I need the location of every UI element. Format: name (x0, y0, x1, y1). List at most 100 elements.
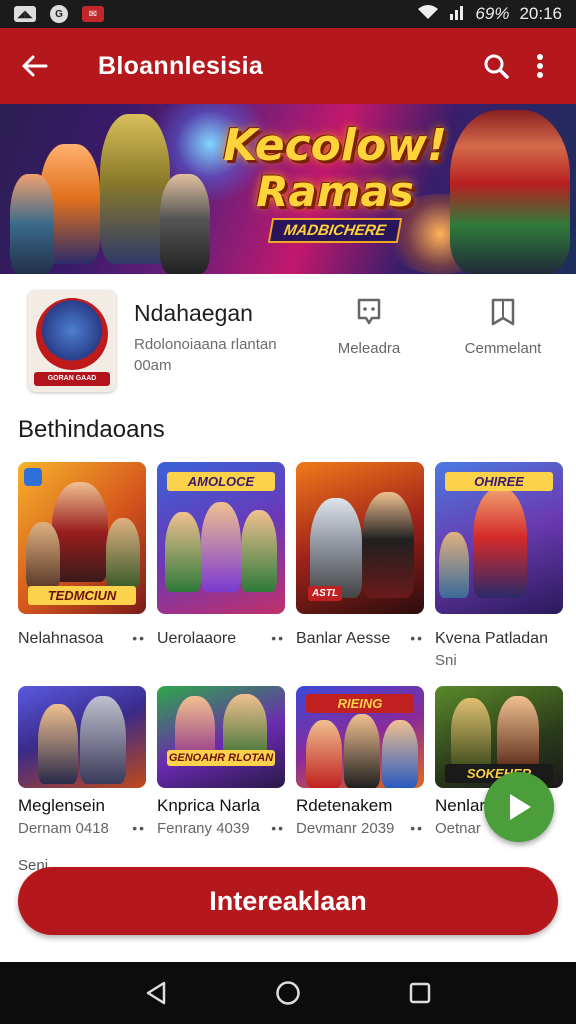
game-thumbnail: GENOAHR RLOTAN (157, 686, 285, 788)
section-title: Bethindaoans (18, 416, 165, 443)
more-dots-icon[interactable]: •• (271, 630, 285, 646)
banner-text: Kecolow! Ramas MADBICHERE (222, 122, 448, 243)
feature-banner[interactable]: Kecolow! Ramas MADBICHERE (0, 104, 576, 274)
character-art (451, 698, 491, 770)
game-title: Uerolaaore (157, 630, 237, 647)
banner-hero-figure (10, 174, 54, 274)
app-name: Ndahaegan (134, 300, 253, 326)
game-title: Meglensein (18, 796, 105, 815)
battery-level: 69% (475, 4, 510, 23)
app-developer: Rdolonoiaana rlantan 00am (134, 334, 304, 376)
game-title: Kvena Patladan (435, 630, 548, 647)
character-art (38, 704, 78, 784)
character-art (473, 488, 527, 598)
character-art (80, 696, 126, 784)
game-badge: RIEING (306, 694, 414, 713)
app-bar-title: Bloannlesisia (98, 51, 264, 80)
game-thumbnail (18, 686, 146, 788)
character-art (497, 696, 539, 770)
character-art (362, 492, 414, 598)
notification-icon: ◢◣ (14, 6, 36, 22)
game-subtitle: Devmanr 2039 (296, 820, 395, 837)
more-dots-icon[interactable]: •• (410, 820, 424, 836)
wifi-icon (417, 4, 439, 25)
character-art (382, 720, 418, 788)
book-icon (491, 298, 515, 326)
arrow-left-icon (22, 55, 48, 77)
character-art (310, 498, 362, 598)
game-thumbnail: ASTL (296, 462, 424, 614)
play-icon (510, 794, 531, 820)
circle-home-icon (276, 981, 300, 1005)
more-dots-icon[interactable]: •• (410, 630, 424, 646)
game-title: Banlar Aesse (296, 630, 391, 647)
meta-item-rating[interactable]: Cemmelant (448, 294, 558, 357)
more-vert-icon (537, 54, 543, 78)
back-button[interactable] (14, 46, 54, 86)
game-badge: AMOLOCE (167, 472, 275, 491)
game-badge: OHIREE (445, 472, 553, 491)
game-badge: TEDMCIUN (28, 586, 136, 605)
game-title: Nelahnasoa (18, 630, 104, 647)
more-dots-icon[interactable]: •• (132, 820, 146, 836)
meta-item-reviews[interactable]: Meleadra (314, 294, 424, 357)
signal-icon (449, 4, 465, 25)
character-art (306, 720, 342, 788)
status-bar: ◢◣ G ✉ 69% 20:16 (0, 0, 576, 28)
more-dots-icon[interactable]: •• (132, 630, 146, 646)
game-row-1: TEDMCIUN Nelahnasoa •• AMOLOCE Uerolaaor… (18, 462, 576, 669)
meta-label: Meleadra (337, 340, 401, 357)
game-thumbnail: RIEING (296, 686, 424, 788)
banner-title-line1: Kecolow! (223, 120, 447, 171)
game-subtitle: Oetnar (435, 820, 481, 837)
play-button[interactable] (484, 772, 554, 842)
game-title: Nenlar (435, 796, 486, 815)
chat-icon (357, 298, 381, 325)
app-logo-ribbon: GORAN GAAD (34, 372, 110, 386)
app-notification-icon: G (50, 5, 68, 23)
install-button[interactable]: Intereaklaan (18, 867, 558, 935)
clock: 20:16 (519, 4, 562, 23)
game-thumbnail: AMOLOCE (157, 462, 285, 614)
banner-hero-figure (450, 110, 570, 274)
app-bar: Bloannlesisia (0, 28, 576, 104)
character-art (201, 502, 241, 592)
game-badge: ASTL (308, 586, 342, 601)
banner-title-line2: Ramas (256, 167, 414, 216)
nav-recents-button[interactable] (400, 973, 440, 1013)
more-dots-icon[interactable]: •• (271, 820, 285, 836)
nav-back-button[interactable] (136, 973, 176, 1013)
character-art (344, 714, 380, 788)
app-size: 00am (134, 357, 172, 374)
corner-icon (24, 468, 42, 486)
game-thumbnail: OHIREE (435, 462, 563, 614)
search-button[interactable] (474, 44, 518, 88)
banner-subtitle: MADBICHERE (267, 218, 403, 243)
square-recents-icon (409, 982, 431, 1004)
character-art (241, 510, 277, 592)
triangle-back-icon (146, 981, 166, 1005)
game-title: Rdetenakem (296, 796, 393, 815)
developer-name: Rdolonoiaana rlantan (134, 336, 277, 353)
more-options-button[interactable] (518, 44, 562, 88)
game-subtitle: Fenrany 4039 (157, 820, 250, 837)
game-badge: GENOAHR RLOTAN (167, 750, 275, 766)
game-subtitle: Dernam 0418 (18, 820, 109, 837)
game-thumbnail: TEDMCIUN (18, 462, 146, 614)
game-subtitle: Sni (435, 652, 457, 669)
character-art (165, 512, 201, 592)
system-nav-bar (0, 962, 576, 1024)
game-title: Knprica Narla (157, 796, 260, 815)
character-art (106, 518, 140, 588)
banner-hero-figure (160, 174, 210, 274)
app-logo-emblem (36, 298, 108, 370)
character-art (52, 482, 108, 582)
game-thumbnail: SOKEHER (435, 686, 563, 788)
nav-home-button[interactable] (268, 973, 308, 1013)
message-icon: ✉ (82, 6, 104, 22)
app-logo[interactable]: GORAN GAAD (28, 290, 116, 392)
character-art (26, 522, 60, 588)
search-icon (484, 54, 509, 79)
app-info: GORAN GAAD Ndahaegan Rdolonoiaana rlanta… (28, 290, 558, 392)
character-art (439, 532, 469, 598)
